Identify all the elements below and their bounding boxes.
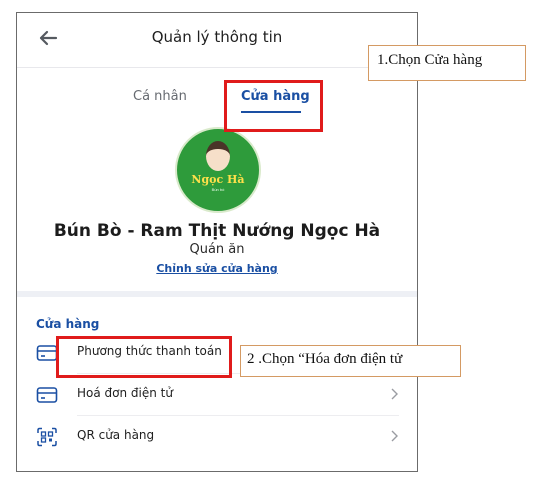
section-title: Cửa hàng: [36, 317, 100, 331]
section-divider: [17, 291, 417, 297]
highlight-box-store-tab: [224, 80, 323, 132]
row-divider: [77, 415, 399, 416]
store-logo: Ngọc Hà Bún bò: [175, 127, 261, 213]
invoice-card-icon: [36, 387, 58, 403]
callout-step-2-text: 2 .Chọn “Hóa đơn điện tử: [247, 351, 403, 367]
chevron-right-icon: [391, 388, 398, 400]
app-header: Quản lý thông tin: [17, 13, 417, 68]
edit-store-link[interactable]: Chỉnh sửa cửa hàng: [17, 262, 417, 275]
store-name: Bún Bò - Ram Thịt Nướng Ngọc Hà: [53, 221, 381, 241]
highlight-box-payment: [56, 336, 232, 378]
callout-step-1-text: 1.Chọn Cửa hàng: [377, 52, 483, 68]
qr-scan-icon: [37, 427, 57, 447]
menu-item-store-qr[interactable]: QR cửa hàng: [17, 417, 417, 457]
menu-item-label: Hoá đơn điện tử: [77, 386, 173, 400]
store-type: Quán ăn: [189, 242, 245, 257]
chevron-right-icon: [391, 430, 398, 442]
page-title: Quản lý thông tin: [151, 28, 283, 46]
menu-item-e-invoice[interactable]: Hoá đơn điện tử: [17, 375, 417, 415]
logo-text: Ngọc Hà: [191, 173, 245, 186]
card-icon: [36, 345, 58, 361]
logo-character-icon: [206, 141, 230, 171]
callout-step-2: 2 .Chọn “Hóa đơn điện tử: [240, 345, 461, 377]
app-screen: Quản lý thông tin Cá nhân Cửa hàng Ngọc …: [16, 12, 418, 472]
callout-step-1: 1.Chọn Cửa hàng: [368, 45, 526, 81]
tab-personal[interactable]: Cá nhân: [133, 89, 187, 104]
menu-item-label: QR cửa hàng: [77, 428, 155, 442]
logo-small-text: Bún bò: [211, 187, 225, 192]
